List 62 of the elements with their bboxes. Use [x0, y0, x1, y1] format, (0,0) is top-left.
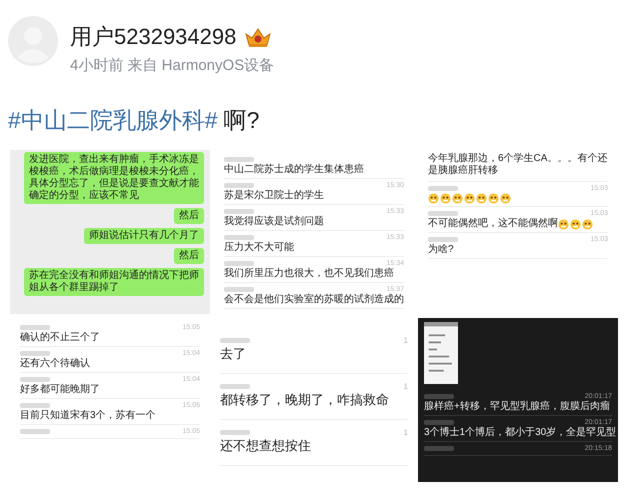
screenshot-panel[interactable]: 发进医院，查出来有肿瘤，手术冰冻是梭梭癌，术后做病理是梭梭未分化癌，具体分型忘了，但是说是要查文献才能确定的分型，应该不常见 然后 师姐说估计只有几个月了 然后 苏在完全没有和师姐沟通的情况下把师姐从各个群里踢掉了	[10, 150, 210, 314]
message-text: 确认的不止三个了	[20, 332, 100, 344]
grin-emoji-icon	[428, 193, 439, 204]
like-count: 1	[404, 336, 408, 345]
crown-icon	[244, 26, 272, 48]
message-text: 腺样癌+转移，罕见型乳腺癌，腹膜后肉瘤	[424, 401, 610, 413]
user-name[interactable]: 用户5232934298	[70, 22, 236, 52]
blurred-name	[20, 325, 50, 330]
message-text: 会不会是他们实验室的苏暖的试剂造成的	[224, 294, 404, 306]
grin-emoji-icon	[488, 193, 499, 204]
blurred-name	[428, 211, 458, 216]
reply-text: 还不想查想按住	[220, 438, 311, 453]
blurred-name	[220, 384, 250, 389]
grin-emoji-icon	[452, 193, 463, 204]
chat-bubble: 发进医院，查出来有肿瘤，手术冰冻是梭梭癌，术后做病理是梭梭未分化癌，具体分型忘了，但是说是要查文献才能确定的分型，应该不常见	[24, 152, 204, 204]
message-text: 我觉得应该是试剂问题	[224, 216, 324, 228]
blurred-name	[20, 429, 50, 434]
blurred-name	[224, 235, 254, 240]
message-text: 3个博士1个博后，都小于30岁，全是罕见型	[424, 427, 616, 439]
message-text: 目前只知道宋有3个，苏有一个	[20, 410, 156, 422]
like-count: 1	[404, 428, 408, 437]
grin-emoji-icon	[582, 218, 593, 230]
chat-bubble: 然后	[174, 248, 204, 264]
chat-bubble: 苏在完全没有和师姐沟通的情况下把师姐从各个群里踢掉了	[24, 268, 204, 296]
hashtag-link[interactable]: #中山二院乳腺外科#	[8, 105, 218, 136]
message-text: 中山二院苏士成的学生集体患癌	[224, 164, 364, 176]
blurred-name	[224, 157, 254, 162]
blurred-name	[220, 338, 250, 343]
blurred-name	[220, 430, 250, 435]
reply-text: 都转移了，晚期了，咋搞救命	[220, 392, 389, 407]
blurred-name	[224, 287, 254, 292]
blurred-name	[428, 237, 458, 242]
grin-emoji-icon	[464, 193, 475, 204]
blurred-name	[428, 186, 458, 191]
message-text: 苏是宋尔卫院士的学生	[224, 190, 324, 202]
like-count: 1	[404, 382, 408, 391]
post-text: 啊?	[224, 106, 260, 135]
post-meta: 4小时前 来自 HarmonyOS设备	[70, 56, 274, 75]
message-text: 我们所里压力也很大，也不见我们患癌	[224, 268, 394, 280]
blurred-name	[424, 420, 454, 425]
blurred-name	[224, 183, 254, 188]
grin-emoji-icon	[476, 193, 487, 204]
grin-emoji-icon	[558, 218, 569, 230]
blurred-name	[424, 394, 454, 399]
message-text: 今年乳腺那边，6个学生CA。。。有个还是胰腺癌肝转移	[428, 153, 608, 182]
chat-bubble: 然后	[174, 208, 204, 224]
blurred-name	[424, 446, 454, 451]
blurred-name	[20, 403, 50, 408]
message-text: 还有六个待确认	[20, 358, 90, 370]
reply-text: 去了	[220, 346, 246, 361]
message-text: 好多都可能晚期了	[20, 384, 100, 396]
message-text: 压力大不大可能	[224, 242, 294, 254]
message-text: 不可能偶然吧，这不能偶然啊	[428, 218, 558, 230]
blurred-name	[20, 377, 50, 382]
blurred-name	[224, 209, 254, 214]
message-text: 为啥?	[428, 244, 454, 256]
grin-emoji-icon	[440, 193, 451, 204]
blurred-name	[20, 351, 50, 356]
grin-emoji-icon	[500, 193, 511, 204]
chat-bubble: 师姐说估计只有几个月了	[84, 228, 204, 244]
grin-emoji-icon	[570, 218, 581, 230]
blurred-name	[224, 261, 254, 266]
